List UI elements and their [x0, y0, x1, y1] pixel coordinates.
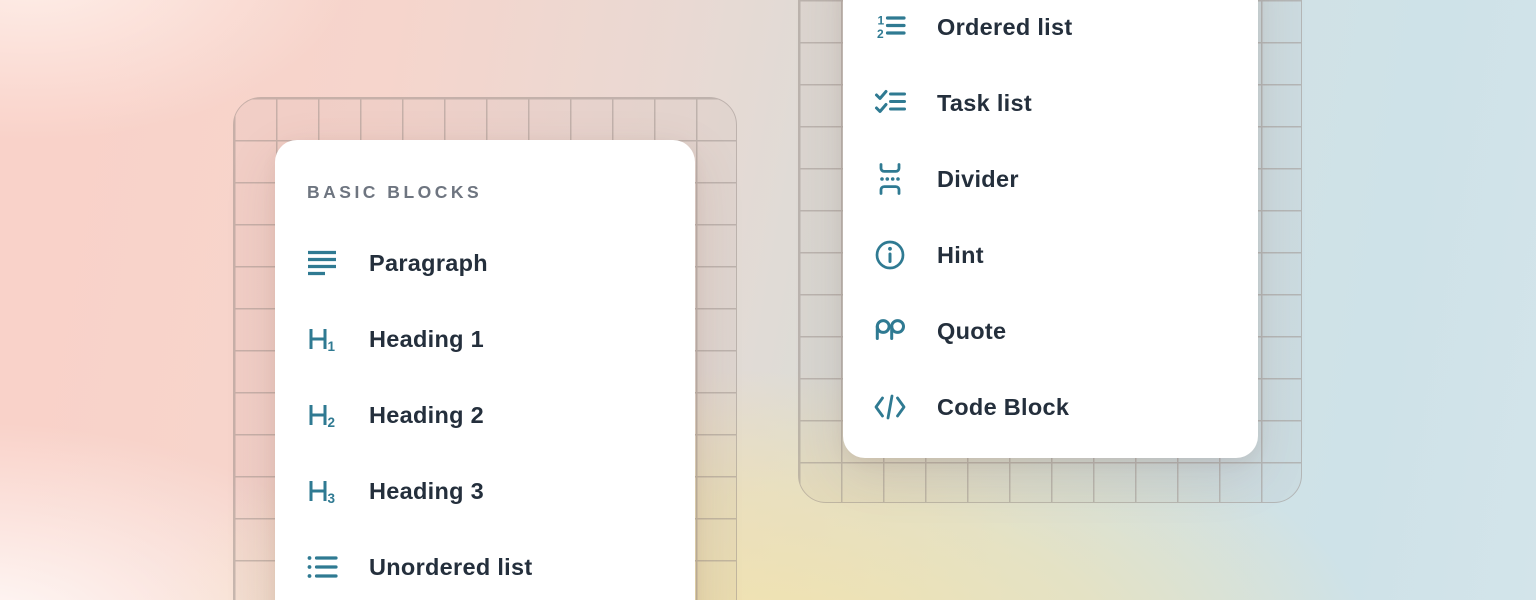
menu-item-label: Quote [937, 318, 1006, 345]
menu-item-label: Task list [937, 90, 1032, 117]
menu-item-label: Hint [937, 242, 984, 269]
hint-icon [873, 238, 907, 272]
advanced-blocks-menu: 1 2 Ordered list [843, 0, 1258, 458]
menu-item-label: Divider [937, 166, 1019, 193]
menu-item-hint[interactable]: Hint [843, 217, 1258, 293]
menu-item-heading-3[interactable]: 3 Heading 3 [275, 453, 695, 529]
quote-icon [873, 314, 907, 348]
section-header-basic-blocks: BASIC BLOCKS [307, 182, 695, 202]
menu-item-ordered-list[interactable]: 1 2 Ordered list [843, 0, 1258, 65]
menu-item-code-block[interactable]: Code Block [843, 369, 1258, 445]
heading-2-icon: 2 [305, 398, 339, 432]
advanced-blocks-list: 1 2 Ordered list [843, 0, 1258, 445]
code-block-icon [873, 390, 907, 424]
svg-text:2: 2 [877, 27, 884, 41]
svg-text:3: 3 [328, 491, 336, 506]
menu-item-label: Heading 1 [369, 326, 484, 353]
task-list-icon [873, 86, 907, 120]
menu-item-quote[interactable]: Quote [843, 293, 1258, 369]
menu-item-divider[interactable]: Divider [843, 141, 1258, 217]
menu-item-task-list[interactable]: Task list [843, 65, 1258, 141]
paragraph-icon [305, 246, 339, 280]
menu-item-heading-2[interactable]: 2 Heading 2 [275, 377, 695, 453]
heading-1-icon: 1 [305, 322, 339, 356]
menu-item-heading-1[interactable]: 1 Heading 1 [275, 301, 695, 377]
svg-text:1: 1 [878, 14, 885, 28]
basic-blocks-menu: BASIC BLOCKS Paragraph 1 [275, 140, 695, 600]
menu-item-unordered-list[interactable]: Unordered list [275, 529, 695, 600]
basic-blocks-list: Paragraph 1 Heading 1 2 [275, 225, 695, 600]
menu-item-label: Unordered list [369, 554, 533, 581]
unordered-list-icon [305, 550, 339, 584]
menu-item-label: Paragraph [369, 250, 488, 277]
editor-blocks-illustration: BASIC BLOCKS Paragraph 1 [0, 0, 1536, 600]
menu-item-label: Code Block [937, 394, 1069, 421]
ordered-list-icon: 1 2 [873, 10, 907, 44]
menu-item-label: Heading 3 [369, 478, 484, 505]
svg-text:1: 1 [328, 339, 336, 354]
divider-icon [873, 162, 907, 196]
svg-text:2: 2 [328, 415, 336, 430]
heading-3-icon: 3 [305, 474, 339, 508]
menu-item-label: Ordered list [937, 14, 1073, 41]
menu-item-paragraph[interactable]: Paragraph [275, 225, 695, 301]
menu-item-label: Heading 2 [369, 402, 484, 429]
